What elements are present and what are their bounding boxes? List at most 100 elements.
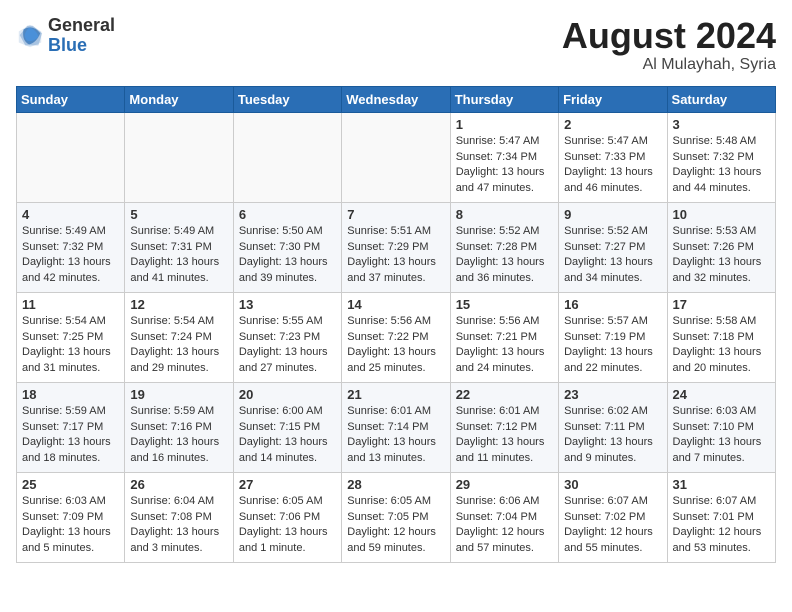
- calendar-cell: 2 Sunrise: 5:47 AM Sunset: 7:33 PM Daylig…: [559, 112, 667, 202]
- day-info: Sunrise: 5:50 AM Sunset: 7:30 PM Dayligh…: [239, 224, 336, 288]
- day-number: 29: [456, 477, 553, 492]
- day-number: 25: [22, 477, 119, 492]
- day-number: 2: [564, 117, 661, 132]
- day-info: Sunrise: 5:47 AM Sunset: 7:33 PM Dayligh…: [564, 134, 661, 198]
- calendar-cell: 9Sunrise: 5:52 AM Sunset: 7:27 PM Daylig…: [559, 202, 667, 292]
- day-number: 1: [456, 117, 553, 132]
- calendar-cell: 21 Sunrise: 6:01 AM Sunset: 7:14 PM Dayli…: [342, 382, 450, 472]
- day-number: 5: [130, 207, 227, 222]
- calendar-week-row: 25 Sunrise: 6:03 AM Sunset: 7:09 PM Dayli…: [17, 472, 776, 562]
- calendar-cell: 13 Sunrise: 5:55 AM Sunset: 7:23 PM Dayli…: [233, 292, 341, 382]
- calendar-cell: 4 Sunrise: 5:49 AM Sunset: 7:32 PM Daylig…: [17, 202, 125, 292]
- day-number: 16: [564, 297, 661, 312]
- logo-general: General: [48, 16, 115, 36]
- day-info: Sunrise: 6:02 AM Sunset: 7:11 PM Dayligh…: [564, 404, 661, 468]
- calendar-cell: 18Sunrise: 5:59 AM Sunset: 7:17 PM Dayli…: [17, 382, 125, 472]
- day-info: Sunrise: 5:48 AM Sunset: 7:32 PM Dayligh…: [673, 134, 770, 198]
- day-number: 20: [239, 387, 336, 402]
- calendar-cell: [125, 112, 233, 202]
- day-number: 31: [673, 477, 770, 492]
- title-block: August 2024 Al Mulayhah, Syria: [562, 16, 776, 74]
- day-info: Sunrise: 6:00 AM Sunset: 7:15 PM Dayligh…: [239, 404, 336, 468]
- day-number: 14: [347, 297, 444, 312]
- day-number: 9: [564, 207, 661, 222]
- calendar-table: SundayMondayTuesdayWednesdayThursdayFrid…: [16, 86, 776, 563]
- calendar-cell: 22 Sunrise: 6:01 AM Sunset: 7:12 PM Dayli…: [450, 382, 558, 472]
- day-info: Sunrise: 6:05 AM Sunset: 7:05 PM Dayligh…: [347, 494, 444, 558]
- calendar-cell: [17, 112, 125, 202]
- day-info: Sunrise: 5:57 AM Sunset: 7:19 PM Dayligh…: [564, 314, 661, 378]
- day-number: 4: [22, 207, 119, 222]
- day-number: 6: [239, 207, 336, 222]
- weekday-header: Wednesday: [342, 86, 450, 112]
- calendar-cell: 7 Sunrise: 5:51 AM Sunset: 7:29 PM Daylig…: [342, 202, 450, 292]
- weekday-header: Tuesday: [233, 86, 341, 112]
- day-info: Sunrise: 5:49 AM Sunset: 7:32 PM Dayligh…: [22, 224, 119, 288]
- day-info: Sunrise: 6:07 AM Sunset: 7:02 PM Dayligh…: [564, 494, 661, 558]
- calendar-cell: 30Sunrise: 6:07 AM Sunset: 7:02 PM Dayli…: [559, 472, 667, 562]
- calendar-cell: 23 Sunrise: 6:02 AM Sunset: 7:11 PM Dayli…: [559, 382, 667, 472]
- calendar-week-row: 18Sunrise: 5:59 AM Sunset: 7:17 PM Dayli…: [17, 382, 776, 472]
- calendar-cell: 16 Sunrise: 5:57 AM Sunset: 7:19 PM Dayli…: [559, 292, 667, 382]
- calendar-cell: [233, 112, 341, 202]
- day-number: 23: [564, 387, 661, 402]
- day-number: 19: [130, 387, 227, 402]
- day-number: 7: [347, 207, 444, 222]
- month-year: August 2024: [562, 16, 776, 56]
- logo: General Blue: [16, 16, 115, 56]
- calendar-cell: 1Sunrise: 5:47 AM Sunset: 7:34 PM Daylig…: [450, 112, 558, 202]
- day-info: Sunrise: 6:06 AM Sunset: 7:04 PM Dayligh…: [456, 494, 553, 558]
- day-number: 8: [456, 207, 553, 222]
- calendar-cell: 8 Sunrise: 5:52 AM Sunset: 7:28 PM Daylig…: [450, 202, 558, 292]
- calendar-cell: 14Sunrise: 5:56 AM Sunset: 7:22 PM Dayli…: [342, 292, 450, 382]
- day-number: 27: [239, 477, 336, 492]
- day-number: 18: [22, 387, 119, 402]
- day-info: Sunrise: 5:59 AM Sunset: 7:16 PM Dayligh…: [130, 404, 227, 468]
- day-info: Sunrise: 6:04 AM Sunset: 7:08 PM Dayligh…: [130, 494, 227, 558]
- day-info: Sunrise: 6:03 AM Sunset: 7:09 PM Dayligh…: [22, 494, 119, 558]
- calendar-cell: 26 Sunrise: 6:04 AM Sunset: 7:08 PM Dayli…: [125, 472, 233, 562]
- calendar-cell: 6 Sunrise: 5:50 AM Sunset: 7:30 PM Daylig…: [233, 202, 341, 292]
- calendar-cell: 12 Sunrise: 5:54 AM Sunset: 7:24 PM Dayli…: [125, 292, 233, 382]
- logo-icon: [16, 22, 44, 50]
- day-info: Sunrise: 6:03 AM Sunset: 7:10 PM Dayligh…: [673, 404, 770, 468]
- calendar-cell: 29 Sunrise: 6:06 AM Sunset: 7:04 PM Dayli…: [450, 472, 558, 562]
- calendar-week-row: 1Sunrise: 5:47 AM Sunset: 7:34 PM Daylig…: [17, 112, 776, 202]
- day-info: Sunrise: 5:56 AM Sunset: 7:21 PM Dayligh…: [456, 314, 553, 378]
- day-info: Sunrise: 5:52 AM Sunset: 7:28 PM Dayligh…: [456, 224, 553, 288]
- calendar-cell: 24 Sunrise: 6:03 AM Sunset: 7:10 PM Dayli…: [667, 382, 775, 472]
- calendar-cell: 5Sunrise: 5:49 AM Sunset: 7:31 PM Daylig…: [125, 202, 233, 292]
- calendar-cell: 28 Sunrise: 6:05 AM Sunset: 7:05 PM Dayli…: [342, 472, 450, 562]
- location: Al Mulayhah, Syria: [562, 56, 776, 74]
- day-info: Sunrise: 5:54 AM Sunset: 7:25 PM Dayligh…: [22, 314, 119, 378]
- day-number: 21: [347, 387, 444, 402]
- day-number: 11: [22, 297, 119, 312]
- day-info: Sunrise: 5:51 AM Sunset: 7:29 PM Dayligh…: [347, 224, 444, 288]
- calendar-cell: [342, 112, 450, 202]
- day-info: Sunrise: 6:01 AM Sunset: 7:14 PM Dayligh…: [347, 404, 444, 468]
- day-number: 28: [347, 477, 444, 492]
- day-info: Sunrise: 6:01 AM Sunset: 7:12 PM Dayligh…: [456, 404, 553, 468]
- calendar-cell: 27 Sunrise: 6:05 AM Sunset: 7:06 PM Dayli…: [233, 472, 341, 562]
- calendar-cell: 17Sunrise: 5:58 AM Sunset: 7:18 PM Dayli…: [667, 292, 775, 382]
- day-info: Sunrise: 5:54 AM Sunset: 7:24 PM Dayligh…: [130, 314, 227, 378]
- calendar-cell: 15 Sunrise: 5:56 AM Sunset: 7:21 PM Dayli…: [450, 292, 558, 382]
- day-info: Sunrise: 5:55 AM Sunset: 7:23 PM Dayligh…: [239, 314, 336, 378]
- calendar-week-row: 4 Sunrise: 5:49 AM Sunset: 7:32 PM Daylig…: [17, 202, 776, 292]
- weekday-header-row: SundayMondayTuesdayWednesdayThursdayFrid…: [17, 86, 776, 112]
- day-number: 10: [673, 207, 770, 222]
- day-number: 15: [456, 297, 553, 312]
- day-info: Sunrise: 6:05 AM Sunset: 7:06 PM Dayligh…: [239, 494, 336, 558]
- day-number: 22: [456, 387, 553, 402]
- calendar-cell: 19 Sunrise: 5:59 AM Sunset: 7:16 PM Dayli…: [125, 382, 233, 472]
- day-info: Sunrise: 6:07 AM Sunset: 7:01 PM Dayligh…: [673, 494, 770, 558]
- day-info: Sunrise: 5:53 AM Sunset: 7:26 PM Dayligh…: [673, 224, 770, 288]
- weekday-header: Thursday: [450, 86, 558, 112]
- calendar-cell: 20 Sunrise: 6:00 AM Sunset: 7:15 PM Dayli…: [233, 382, 341, 472]
- day-number: 12: [130, 297, 227, 312]
- day-number: 26: [130, 477, 227, 492]
- day-number: 13: [239, 297, 336, 312]
- calendar-cell: 11 Sunrise: 5:54 AM Sunset: 7:25 PM Dayli…: [17, 292, 125, 382]
- day-number: 24: [673, 387, 770, 402]
- logo-blue: Blue: [48, 36, 115, 56]
